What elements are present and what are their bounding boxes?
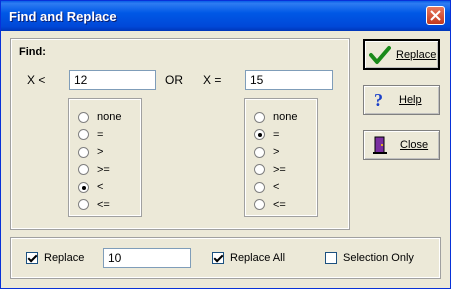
left-operator-radio[interactable] [78, 199, 89, 210]
checkmark-icon [369, 45, 391, 64]
replace-all-checkbox-box[interactable] [212, 252, 224, 264]
help-button[interactable]: ? Help [363, 85, 440, 115]
left-operator-option-label: = [97, 128, 104, 141]
right-operator-option-label: >= [273, 163, 286, 176]
left-operator-option-label: none [97, 111, 122, 123]
right-operator-option[interactable]: > [254, 145, 279, 159]
right-operator-option[interactable]: < [254, 180, 279, 194]
left-operator-option[interactable]: = [78, 128, 103, 142]
close-icon [430, 10, 441, 21]
replace-all-label: Replace All [230, 252, 286, 264]
help-button-label: Help [399, 94, 422, 106]
find-group: Find: X < OR X = none = > >= < <= none = > >= < <= [10, 38, 350, 230]
right-operator-option[interactable]: = [254, 128, 279, 142]
left-operator-option[interactable]: <= [78, 198, 110, 212]
or-label: OR [165, 73, 183, 87]
replace-checkbox-box[interactable] [26, 252, 38, 264]
replace-all-checkbox[interactable]: Replace All [212, 252, 285, 264]
right-operator-radio[interactable] [254, 164, 265, 175]
right-operator-radio[interactable] [254, 199, 265, 210]
find-label: Find: [19, 46, 46, 58]
left-operator-radio[interactable] [78, 164, 89, 175]
replace-options-group: Replace Replace All Selection Only [10, 237, 441, 279]
right-operator-group: none = > >= < <= [244, 98, 318, 217]
close-button-label: Close [400, 139, 429, 151]
left-variable-label: X < [27, 73, 46, 87]
replace-button-label: Replace [396, 48, 437, 61]
close-window-button[interactable] [426, 6, 445, 25]
selection-only-label: Selection Only [343, 252, 414, 264]
left-operator-option[interactable]: >= [78, 163, 110, 177]
selection-only-checkbox-box[interactable] [325, 252, 337, 264]
replace-checkbox-label: Replace [44, 252, 85, 264]
left-operator-option-label: < [97, 181, 104, 193]
left-operator-radio[interactable] [78, 129, 89, 140]
title-bar[interactable]: Find and Replace [1, 1, 450, 31]
help-icon: ? [374, 89, 383, 110]
right-operator-radio[interactable] [254, 129, 265, 140]
right-operator-option[interactable]: none [254, 110, 297, 124]
close-button[interactable]: Close [363, 130, 440, 160]
right-operator-option-label: <= [273, 198, 286, 211]
left-operator-option-label: <= [97, 198, 110, 211]
left-operator-option[interactable]: < [78, 180, 103, 194]
right-operator-option-label: < [273, 181, 280, 193]
door-exit-icon [373, 136, 387, 154]
left-operator-radio[interactable] [78, 181, 89, 193]
right-operator-radio[interactable] [254, 146, 265, 158]
right-operator-radio[interactable] [254, 181, 265, 193]
left-operator-option[interactable]: > [78, 145, 103, 159]
right-operator-option[interactable]: >= [254, 163, 286, 177]
selection-only-checkbox[interactable]: Selection Only [325, 252, 414, 264]
right-operator-option-label: > [273, 146, 280, 158]
left-operator-option[interactable]: none [78, 110, 121, 124]
left-operator-option-label: >= [97, 163, 110, 176]
window-title: Find and Replace [9, 9, 117, 24]
left-operator-radio[interactable] [78, 146, 89, 158]
right-value-input[interactable] [245, 70, 333, 90]
right-variable-label: X = [203, 73, 222, 87]
right-operator-option-label: = [273, 128, 280, 141]
left-operator-option-label: > [97, 146, 104, 158]
replace-checkbox[interactable]: Replace [26, 252, 84, 264]
left-value-input[interactable] [69, 70, 156, 90]
right-operator-option[interactable]: <= [254, 198, 286, 212]
find-replace-dialog: Find and Replace Find: X < OR X = none = >… [0, 0, 451, 289]
right-operator-radio[interactable] [254, 111, 265, 123]
replace-value-input[interactable] [103, 248, 191, 268]
left-operator-radio[interactable] [78, 111, 89, 123]
dialog-body: Find: X < OR X = none = > >= < <= none = > >= < <=… [4, 31, 447, 286]
replace-button[interactable]: Replace [363, 39, 440, 70]
right-operator-option-label: none [273, 111, 298, 123]
left-operator-group: none = > >= < <= [68, 98, 142, 217]
